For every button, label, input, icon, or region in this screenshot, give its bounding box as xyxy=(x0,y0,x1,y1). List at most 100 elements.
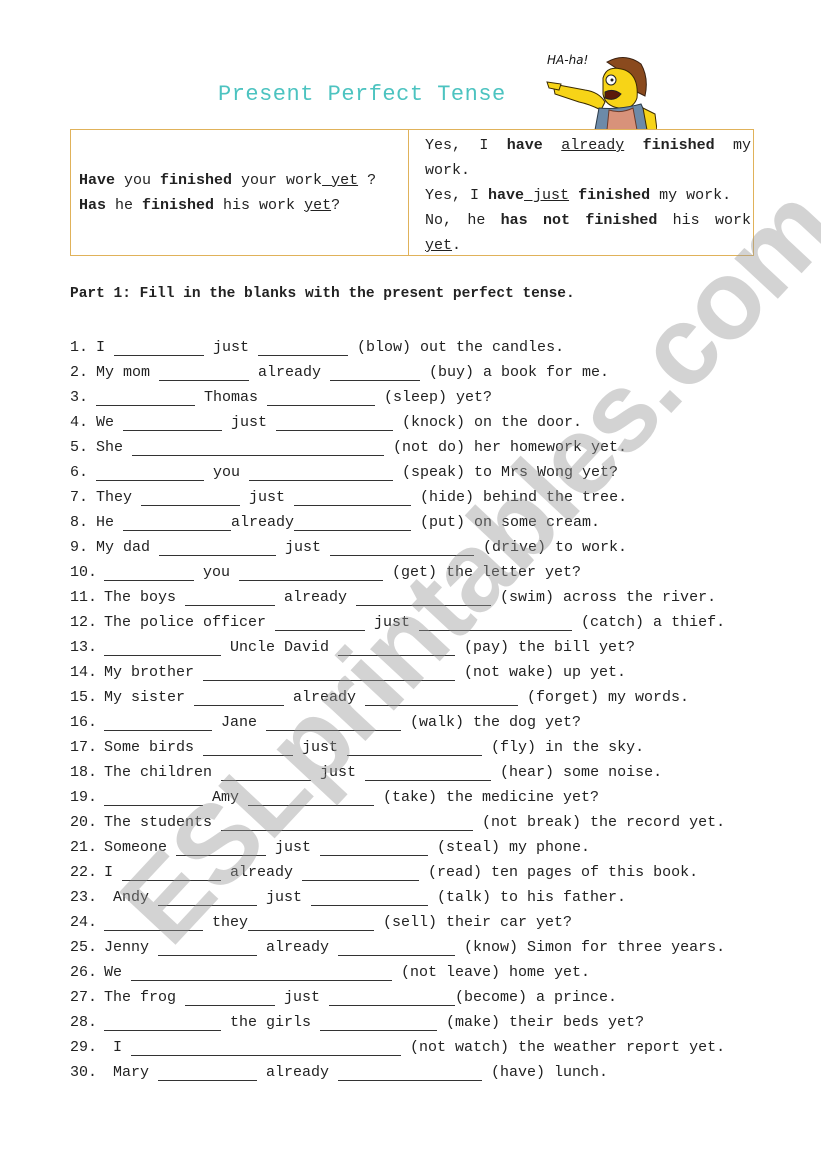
answer-blank[interactable] xyxy=(104,564,194,581)
answer-blank[interactable] xyxy=(158,939,258,956)
answer-blank[interactable] xyxy=(114,339,205,356)
exercise-item: 14. My brother (not wake) up yet. xyxy=(70,659,770,684)
answer-blank[interactable] xyxy=(419,614,573,631)
answer-blank[interactable] xyxy=(239,564,384,581)
answer-blank[interactable] xyxy=(104,914,203,931)
answer-blank[interactable] xyxy=(122,864,222,881)
answer-text: already xyxy=(561,137,625,154)
answer-blank[interactable] xyxy=(294,514,412,531)
answer-blank[interactable] xyxy=(123,514,232,531)
exercise-text: already xyxy=(231,514,295,531)
answer-blank[interactable] xyxy=(132,439,385,456)
answer-blank[interactable] xyxy=(276,414,394,431)
answer-blank[interactable] xyxy=(338,939,456,956)
question-line: Have you finished your work yet ? xyxy=(79,168,408,193)
exercise-number: 12. xyxy=(70,614,98,631)
answer-blank[interactable] xyxy=(131,1039,402,1056)
exercise-text: (steal) my phone. xyxy=(428,839,591,856)
answer-text: have xyxy=(488,187,525,204)
answer-blank[interactable] xyxy=(258,339,349,356)
answer-blank[interactable] xyxy=(365,689,519,706)
question-text: you xyxy=(115,171,161,189)
answer-blank[interactable] xyxy=(330,539,475,556)
answer-blank[interactable] xyxy=(329,989,456,1006)
answer-blank[interactable] xyxy=(275,614,366,631)
cartoon-speech: HA-ha! xyxy=(547,53,588,67)
answer-blank[interactable] xyxy=(338,639,456,656)
exercise-number: 11. xyxy=(70,589,98,606)
answer-text: Yes, I xyxy=(425,137,507,154)
exercise-text: (read) ten pages of this book. xyxy=(419,864,699,881)
exercise-number: 29. xyxy=(70,1039,98,1056)
exercise-text: (not watch) the weather report yet. xyxy=(401,1039,726,1056)
example-table: Have you finished your work yet ? Has he … xyxy=(70,129,754,256)
answer-blank[interactable] xyxy=(347,739,483,756)
exercise-item: 15. My sister already (forget) my words. xyxy=(70,684,770,709)
answer-blank[interactable] xyxy=(356,589,492,606)
answer-blank[interactable] xyxy=(158,1064,258,1081)
exercise-text: (hide) behind the tree. xyxy=(411,489,628,506)
answer-blank[interactable] xyxy=(158,889,258,906)
exercise-text: (not leave) home yet. xyxy=(392,964,591,981)
part1-heading: Part 1: Fill in the blanks with the pres… xyxy=(70,286,575,302)
exercise-text: We xyxy=(104,964,132,981)
exercise-text: We xyxy=(96,414,124,431)
exercise-text: Thomas xyxy=(195,389,268,406)
exercise-text: The students xyxy=(104,814,222,831)
answer-blank[interactable] xyxy=(185,589,276,606)
exercise-text: The children xyxy=(104,764,222,781)
answer-blank[interactable] xyxy=(131,964,393,981)
exercise-number: 8. xyxy=(70,514,89,531)
answer-blank[interactable] xyxy=(248,914,375,931)
answer-blank[interactable] xyxy=(221,764,312,781)
answer-blank[interactable] xyxy=(302,864,420,881)
answer-blank[interactable] xyxy=(194,689,285,706)
answer-text: finished xyxy=(642,137,715,154)
exercise-text: just xyxy=(240,489,295,506)
answer-blank[interactable] xyxy=(266,714,402,731)
exercise-item: 27. The frog just (become) a prince. xyxy=(70,984,770,1009)
answer-blank[interactable] xyxy=(267,389,376,406)
answer-blank[interactable] xyxy=(185,989,276,1006)
answer-blank[interactable] xyxy=(294,489,412,506)
exercise-item: 28. the girls (make) their beds yet? xyxy=(70,1009,770,1034)
answer-blank[interactable] xyxy=(248,789,375,806)
answer-blank[interactable] xyxy=(320,1014,438,1031)
answer-blank[interactable] xyxy=(104,639,221,656)
answer-blank[interactable] xyxy=(141,489,241,506)
answer-blank[interactable] xyxy=(104,1014,221,1031)
answer-blank[interactable] xyxy=(159,364,250,381)
answer-blank[interactable] xyxy=(104,714,212,731)
exercise-item: 16. Jane (walk) the dog yet? xyxy=(70,709,770,734)
question-text: yet xyxy=(322,171,359,189)
answer-blank[interactable] xyxy=(96,464,204,481)
exercise-text: (knock) on the door. xyxy=(393,414,583,431)
exercise-item: 5. She (not do) her homework yet. xyxy=(70,434,770,459)
exercise-text: (become) a prince. xyxy=(455,989,618,1006)
answer-blank[interactable] xyxy=(338,1064,483,1081)
answer-blank[interactable] xyxy=(159,539,277,556)
answer-blank[interactable] xyxy=(203,739,294,756)
answer-blank[interactable] xyxy=(123,414,223,431)
exercise-item: 13. Uncle David (pay) the bill yet? xyxy=(70,634,770,659)
answer-blank[interactable] xyxy=(311,889,429,906)
answer-blank[interactable] xyxy=(365,764,492,781)
answer-blank[interactable] xyxy=(176,839,267,856)
exercise-text: Jenny xyxy=(104,939,159,956)
answer-line: Yes, I have just finished my work. xyxy=(425,183,751,208)
answer-blank[interactable] xyxy=(203,664,456,681)
answer-blank[interactable] xyxy=(330,364,421,381)
answer-blank[interactable] xyxy=(221,814,474,831)
exercise-text: just xyxy=(222,414,277,431)
exercise-text: already xyxy=(221,864,303,881)
exercise-text: Someone xyxy=(104,839,177,856)
answer-blank[interactable] xyxy=(320,839,429,856)
exercise-number: 6. xyxy=(70,464,89,481)
exercise-text: just xyxy=(293,739,348,756)
answer-blank[interactable] xyxy=(249,464,394,481)
answer-blank[interactable] xyxy=(104,789,203,806)
exercise-number: 9. xyxy=(70,539,89,556)
exercise-item: 23. Andy just (talk) to his father. xyxy=(70,884,770,909)
example-answers: Yes, I have already finished my work. Yes… xyxy=(409,130,753,255)
answer-blank[interactable] xyxy=(96,389,195,406)
